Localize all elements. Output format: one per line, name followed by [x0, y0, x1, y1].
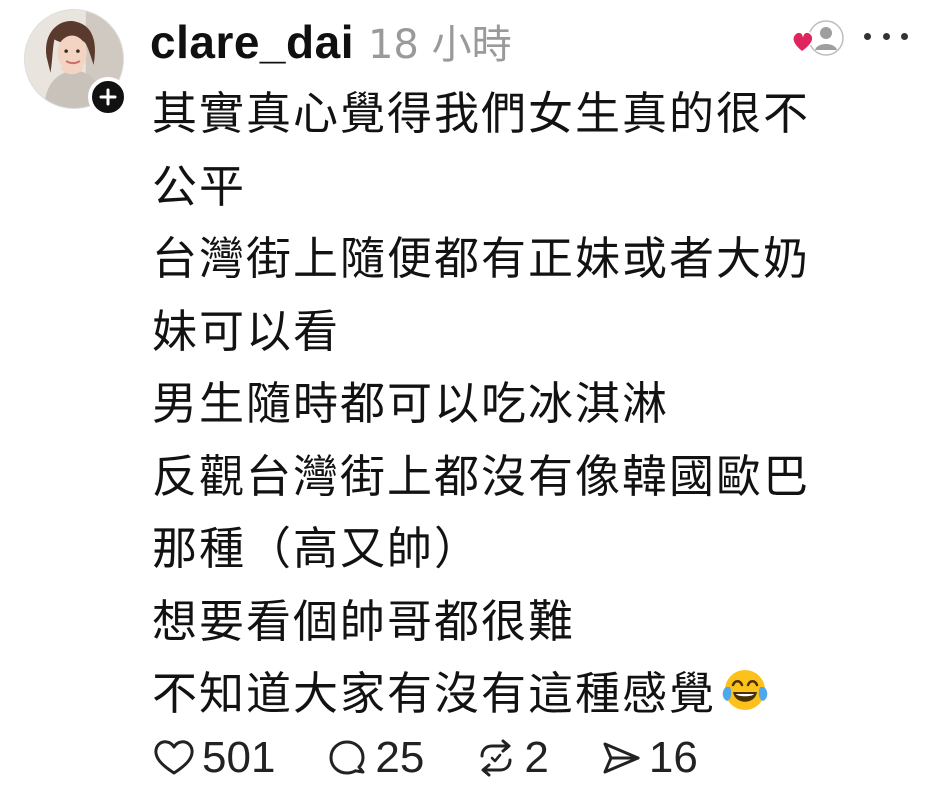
threads-post: clare_dai 18 小時 其實真心覺得我們女生真的很不 公平 台灣街上隨便…	[0, 0, 941, 798]
username[interactable]: clare_dai	[150, 15, 354, 69]
share-button[interactable]: 16	[599, 733, 698, 783]
like-button[interactable]: 501	[152, 733, 275, 783]
post-header: clare_dai 18 小時	[150, 12, 512, 68]
post-line: 男生隨時都可以吃冰淇淋	[152, 377, 670, 430]
post-line: 妹可以看	[152, 304, 341, 358]
post-line-last: 不知道大家有沒有這種感覺	[152, 658, 912, 731]
more-icon-dot	[882, 32, 890, 40]
liked-by-indicator[interactable]	[790, 18, 850, 58]
plus-icon	[99, 88, 117, 106]
more-button[interactable]	[864, 22, 908, 50]
repost-icon	[480, 739, 512, 777]
share-count: 16	[648, 733, 698, 782]
avatar-container[interactable]	[24, 9, 128, 117]
post-line-text: 不知道大家有沒有這種感覺	[152, 667, 717, 720]
post-body: 其實真心覺得我們女生真的很不 公平 台灣街上隨便都有正妹或者大奶 妹可以看 男生…	[152, 78, 912, 731]
more-icon-dot	[864, 32, 871, 40]
more-icon-dot	[901, 32, 908, 40]
reply-count: 25	[375, 733, 425, 782]
post-line: 其實真心覺得我們女生真的很不	[152, 87, 811, 140]
post-line: 公平	[152, 159, 247, 213]
heart-user-icon	[792, 20, 844, 56]
timestamp: 18 小時	[367, 22, 512, 68]
follow-button[interactable]	[88, 77, 128, 117]
face-with-tears-of-joy-icon	[722, 670, 768, 710]
send-icon	[603, 742, 640, 774]
repost-button[interactable]: 2	[474, 733, 549, 783]
post-line: 台灣街上隨便都有正妹或者大奶	[152, 232, 811, 285]
heart-icon	[154, 740, 194, 775]
reply-button[interactable]: 25	[325, 733, 424, 783]
repost-count: 2	[524, 733, 549, 782]
post-line: 想要看個帥哥都很難	[152, 594, 576, 648]
like-count: 501	[202, 733, 276, 782]
post-line: 那種（高又帥）	[152, 522, 482, 575]
action-bar: 501 25 2 16	[152, 728, 748, 788]
comment-icon	[329, 740, 365, 775]
post-line: 反觀台灣街上都沒有像韓國歐巴	[152, 449, 811, 503]
